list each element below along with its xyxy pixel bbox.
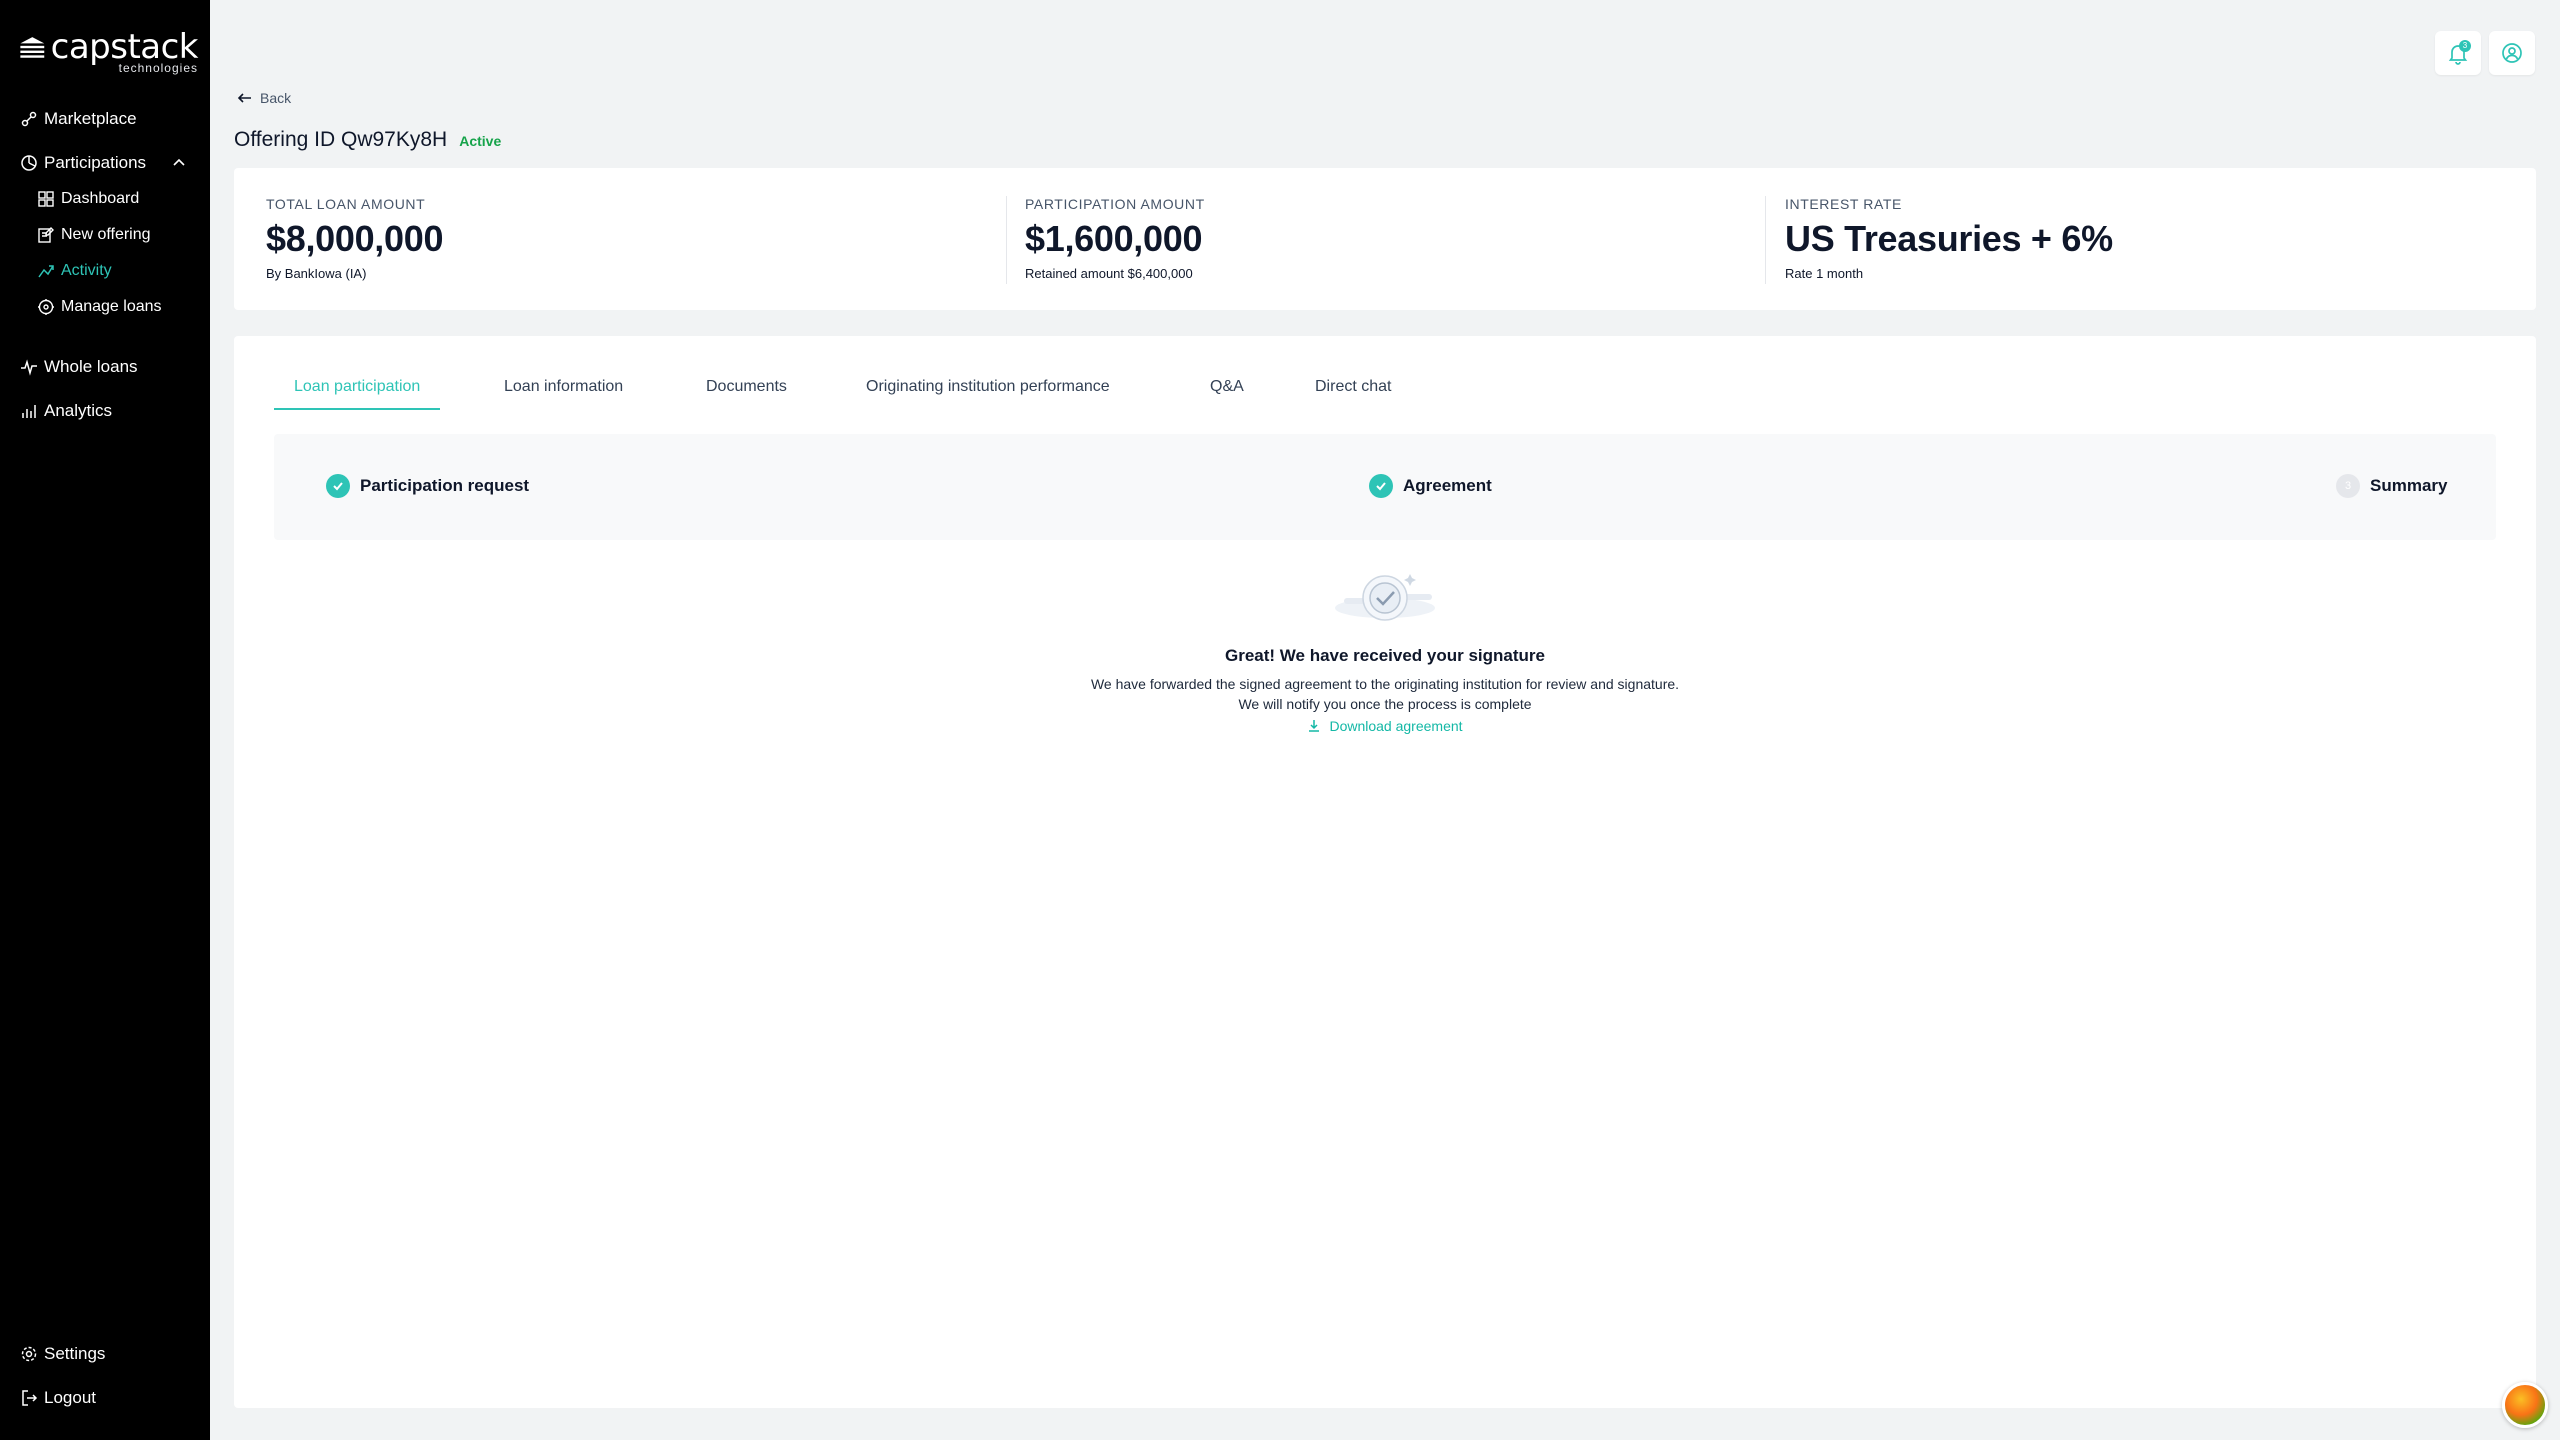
- download-icon: [1309, 720, 1320, 732]
- sidebar-item-label: Whole loans: [44, 357, 138, 376]
- loan-participation-panel: Loan participation Loan information Docu…: [234, 336, 2536, 1408]
- tab-qa[interactable]: Q&A: [1210, 368, 1244, 410]
- metric-subtext: Retained amount $6,400,000: [1025, 266, 1193, 281]
- participation-amount-metric: PARTICIPATION AMOUNT $1,600,000 Retained…: [1025, 196, 1205, 281]
- step-participation-request: Participation request: [326, 474, 529, 498]
- metric-value: US Treasuries + 6%: [1785, 218, 2113, 259]
- chevron-up-icon[interactable]: [171, 155, 187, 171]
- brand-name: capstack: [50, 27, 199, 67]
- chat-widget-avatar[interactable]: [2502, 1382, 2548, 1428]
- sidebar-item-label: Logout: [44, 1388, 96, 1407]
- back-link[interactable]: Back: [236, 89, 291, 107]
- tab-loan-information[interactable]: Loan information: [504, 368, 623, 410]
- signature-success-message: Great! We have received your signature W…: [234, 568, 2536, 738]
- sidebar-item-dashboard[interactable]: Dashboard: [37, 186, 139, 212]
- sidebar-item-manage-loans[interactable]: Manage loans: [37, 294, 162, 320]
- sidebar-item-settings[interactable]: Settings: [20, 1341, 105, 1367]
- download-agreement-label: Download agreement: [1329, 718, 1463, 734]
- metric-label: TOTAL LOAN AMOUNT: [266, 196, 426, 212]
- arrow-left-icon: [237, 93, 251, 103]
- success-title: Great! We have received your signature: [1225, 646, 1545, 665]
- metric-subtext: By BankIowa (IA): [266, 266, 367, 281]
- participations-icon: [20, 154, 38, 172]
- metric-label: INTEREST RATE: [1785, 196, 1902, 212]
- sidebar-item-label: Settings: [44, 1344, 106, 1363]
- gear-icon: [20, 1345, 38, 1363]
- step-label: Participation request: [360, 476, 530, 495]
- analytics-icon: [20, 402, 38, 420]
- tab-loan-participation[interactable]: Loan participation: [274, 368, 441, 410]
- success-line-1: We have forwarded the signed agreement t…: [1090, 676, 1680, 692]
- sidebar-item-label: Manage loans: [61, 298, 162, 315]
- download-agreement-link[interactable]: Download agreement: [1307, 718, 1463, 734]
- tab-direct-chat[interactable]: Direct chat: [1315, 368, 1391, 410]
- step-label: Summary: [2370, 476, 2448, 495]
- tab-documents[interactable]: Documents: [706, 368, 787, 410]
- divider: [1006, 196, 1007, 284]
- sidebar-item-whole-loans[interactable]: Whole loans: [20, 354, 138, 380]
- capstack-logo[interactable]: capstack technologies: [18, 27, 199, 80]
- step-number: 3: [2336, 474, 2360, 498]
- logout-icon: [20, 1389, 38, 1407]
- check-icon: [1369, 474, 1393, 498]
- step-agreement: Agreement: [1369, 474, 1492, 498]
- step-label: Agreement: [1403, 476, 1492, 495]
- metric-label: PARTICIPATION AMOUNT: [1025, 196, 1205, 212]
- step-summary: 3 Summary: [2336, 474, 2447, 498]
- activity-icon: [37, 262, 55, 280]
- manage-loans-icon: [37, 298, 55, 316]
- metric-subtext: Rate 1 month: [1785, 266, 1864, 281]
- sidebar-item-new-offering[interactable]: New offering: [37, 222, 151, 248]
- interest-rate-metric: INTEREST RATE US Treasuries + 6% Rate 1 …: [1785, 196, 2113, 281]
- profile-button[interactable]: [2489, 31, 2535, 75]
- metric-value: $1,600,000: [1025, 218, 1203, 259]
- capstack-logo-icon: [20, 37, 45, 58]
- notification-count-badge: 3: [2459, 40, 2471, 52]
- progress-stepper: Participation request Agreement 3 Summar…: [274, 434, 2496, 540]
- marketplace-icon: [20, 110, 38, 128]
- sidebar-item-label: Analytics: [44, 401, 113, 420]
- page-header: Offering ID Qw97Ky8H Active: [234, 128, 501, 152]
- check-icon: [326, 474, 350, 498]
- notifications-button[interactable]: 3: [2435, 31, 2481, 75]
- dashboard-icon: [37, 190, 55, 208]
- sidebar-item-logout[interactable]: Logout: [20, 1385, 96, 1411]
- sidebar-item-label: Activity: [61, 262, 112, 279]
- status-badge: Active: [459, 133, 502, 149]
- loan-summary-card: TOTAL LOAN AMOUNT $8,000,000 By BankIowa…: [234, 168, 2536, 310]
- sidebar-item-analytics[interactable]: Analytics: [20, 398, 112, 424]
- tab-originating-institution-performance[interactable]: Originating institution performance: [866, 368, 1110, 410]
- whole-loans-icon: [20, 358, 38, 376]
- total-loan-metric: TOTAL LOAN AMOUNT $8,000,000 By BankIowa…: [266, 196, 443, 281]
- user-icon: [2502, 43, 2522, 63]
- sidebar: capstack technologies Marketplace Partic…: [0, 0, 210, 1440]
- success-line-2: We will notify you once the process is c…: [1238, 696, 1532, 712]
- sidebar-item-participations[interactable]: Participations: [20, 150, 146, 176]
- sidebar-item-label: Dashboard: [61, 190, 140, 207]
- sidebar-item-activity[interactable]: Activity: [37, 258, 112, 284]
- sidebar-item-label: Marketplace: [44, 109, 137, 128]
- sidebar-item-label: Participations: [44, 153, 147, 172]
- metric-value: $8,000,000: [266, 218, 444, 259]
- sidebar-item-label: New offering: [61, 226, 151, 243]
- new-offering-icon: [37, 226, 55, 244]
- signature-received-illustration: [1335, 574, 1435, 621]
- divider: [1765, 196, 1766, 284]
- page-title: Offering ID Qw97Ky8H: [234, 128, 448, 151]
- sidebar-item-marketplace[interactable]: Marketplace: [20, 106, 137, 132]
- back-label: Back: [260, 90, 292, 106]
